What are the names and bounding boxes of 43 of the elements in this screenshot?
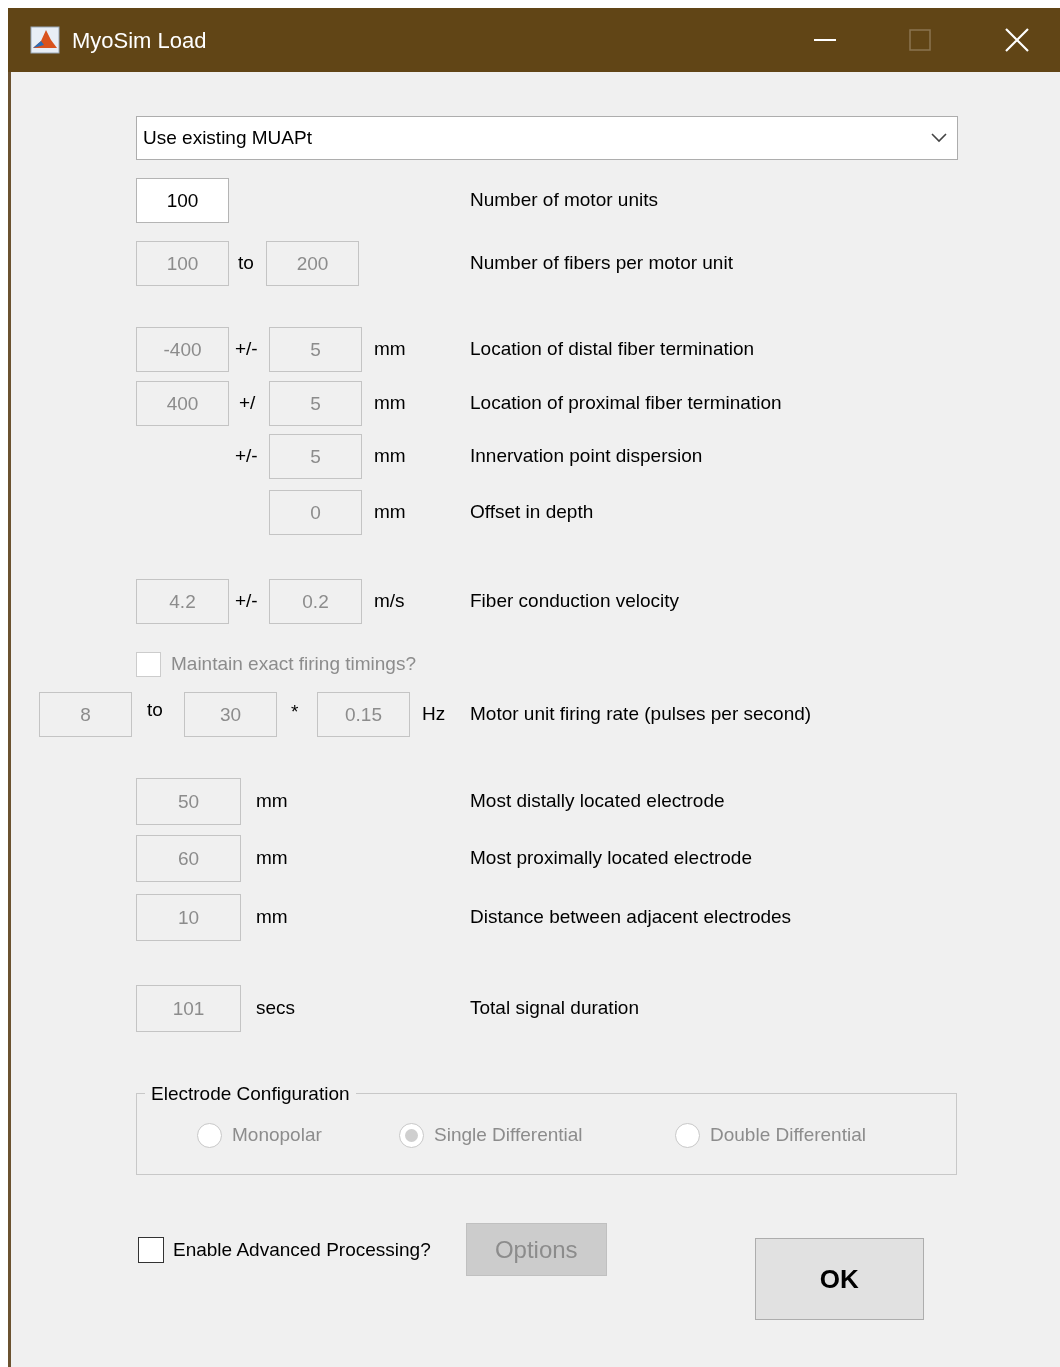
range-separator: to — [146, 698, 164, 723]
field-label: Most distally located electrode — [470, 789, 725, 814]
checkbox-label: Maintain exact firing timings? — [171, 652, 416, 677]
field-label: Fiber conduction velocity — [470, 589, 680, 614]
field-label: Motor unit firing rate (pulses per second) — [470, 702, 812, 727]
unit-label: mm — [256, 905, 288, 930]
radio-label: Single Differential — [434, 1123, 583, 1147]
field-label: Location of proximal fiber termination — [470, 391, 782, 416]
plus-minus-sign: +/- — [234, 337, 259, 362]
ok-button[interactable]: OK — [754, 1238, 924, 1320]
field-label: Location of distal fiber termination — [470, 337, 755, 362]
unit-label: mm — [374, 391, 406, 416]
range-separator: to — [237, 251, 255, 276]
unit-label: m/s — [374, 589, 405, 614]
unit-label: mm — [374, 337, 406, 362]
multiply-sign: * — [290, 700, 300, 725]
unit-label: mm — [374, 500, 406, 525]
radio-label: Monopolar — [232, 1123, 322, 1147]
app-icon — [30, 26, 60, 54]
field-label: Most proximally located electrode — [470, 846, 752, 871]
unit-label: mm — [256, 846, 288, 871]
unit-label: secs — [256, 996, 296, 1021]
unit-label: mm — [374, 444, 406, 469]
maximize-icon — [909, 29, 931, 51]
field-label: Number of motor units — [470, 188, 658, 213]
unit-label: Hz — [422, 702, 446, 727]
plus-minus-sign: +/ — [238, 391, 257, 416]
plus-minus-sign: +/- — [234, 444, 259, 469]
close-icon[interactable] — [1005, 28, 1029, 52]
field-label: Innervation point dispersion — [470, 444, 703, 469]
field-label: Offset in depth — [470, 500, 594, 525]
chevron-down-icon — [931, 133, 947, 143]
checkbox-label: Enable Advanced Processing? — [173, 1238, 431, 1262]
field-label: Distance between adjacent electrodes — [470, 905, 792, 930]
plus-minus-sign: +/- — [234, 589, 259, 614]
text-field[interactable]: 100 — [136, 178, 229, 223]
field-label: Number of fibers per motor unit — [470, 251, 733, 276]
unit-label: mm — [256, 789, 288, 814]
model-dropdown[interactable]: Use existing MUAPt — [136, 116, 958, 160]
checkbox[interactable] — [138, 1237, 164, 1264]
window-title: MyoSim Load — [72, 26, 207, 55]
field-label: Total signal duration — [470, 996, 639, 1021]
radio-label: Double Differential — [710, 1123, 866, 1147]
